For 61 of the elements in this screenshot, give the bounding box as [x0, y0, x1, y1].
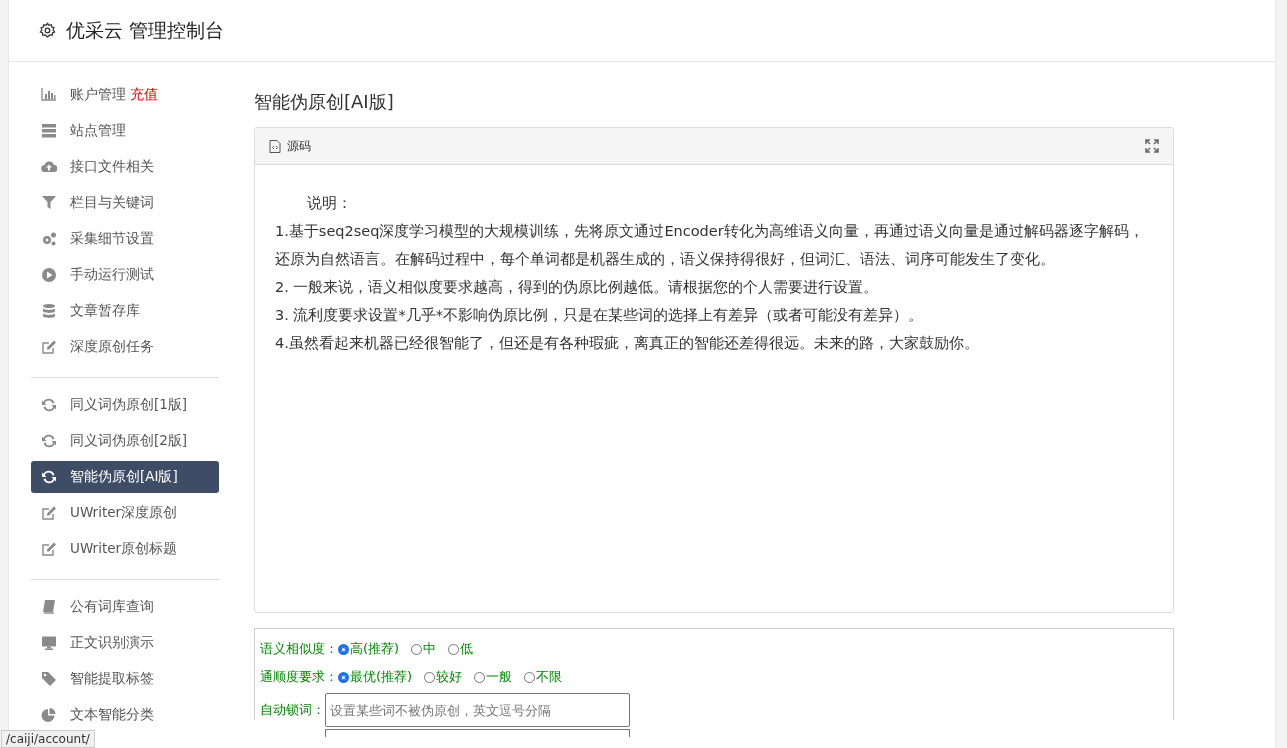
fullscreen-icon[interactable] — [1145, 139, 1159, 153]
radio-option[interactable]: 低 — [448, 640, 474, 658]
edit-icon — [41, 505, 57, 521]
page-title: 智能伪原创[AI版] — [254, 90, 395, 114]
description-paragraph: 2. 一般来说，语义相似度要求越高，得到的伪原比例越低。请根据您的个人需要进行设置。 — [275, 278, 880, 297]
radio-button[interactable] — [338, 671, 349, 683]
description-heading: 说明： — [305, 194, 353, 213]
text-field[interactable] — [325, 729, 630, 737]
status-url: /caiji/account/ — [1, 730, 95, 748]
monitor-icon — [41, 635, 57, 651]
option-label: 自动锁词： — [260, 701, 325, 719]
code-file-icon — [269, 139, 281, 153]
sidebar-item[interactable]: 同义词伪原创[1版] — [31, 389, 219, 421]
sidebar-item[interactable]: 接口文件相关 — [31, 151, 219, 183]
sidebar-item[interactable]: 同义词伪原创[2版] — [31, 425, 219, 457]
sidebar-item[interactable]: UWriter深度原创 — [31, 497, 219, 529]
radio-option[interactable]: 中 — [411, 640, 437, 658]
option-label: 语义相似度： — [260, 640, 338, 658]
refresh-icon — [41, 397, 57, 413]
description-paragraph: 4.虽然看起来机器已经很智能了，但还是有各种瑕疵，离真正的智能还差得很远。未来的路，大家鼓励你。 — [275, 334, 980, 353]
radio-button[interactable] — [338, 643, 349, 655]
radio-option[interactable]: 高(推荐) — [338, 640, 400, 658]
sidebar-item[interactable]: 手动运行测试 — [31, 259, 219, 291]
sidebar-item-label: 账户管理 充值 — [70, 86, 159, 104]
book-icon — [41, 599, 57, 615]
recharge-link[interactable]: 充值 — [130, 86, 159, 102]
tag-icon — [41, 671, 57, 687]
pie-icon — [41, 707, 57, 723]
sidebar-item[interactable]: 智能提取标签 — [31, 663, 219, 695]
refresh-icon — [41, 433, 57, 449]
sidebar-item[interactable]: 文章暂存库 — [31, 295, 219, 327]
settings-icon — [39, 22, 56, 39]
description-paragraph: 3. 流利度要求设置*几乎*不影响伪原比例，只是在某些词的选择上有差异（或者可能没有差异）。 — [275, 306, 924, 325]
source-button[interactable]: 源码 — [269, 137, 311, 155]
play-icon — [41, 267, 57, 283]
filter-icon — [41, 195, 57, 211]
option-label: 通顺度要求： — [260, 668, 338, 686]
sidebar-item[interactable]: 公有词库查询 — [31, 591, 219, 623]
refresh-icon — [41, 469, 57, 485]
lock-words-field[interactable]: 设置某些词不被伪原创，英文逗号分隔 — [325, 693, 630, 727]
sidebar-item[interactable]: 深度原创任务 — [31, 331, 219, 363]
radio-option[interactable]: 最优(推荐) — [338, 668, 413, 686]
chart-icon — [41, 87, 57, 103]
description-paragraph: 1.基于seq2seq深度学习模型的大规模训练，先将原文通过Encoder转化为高维语义向量，再通过语义向量是通过解码器逐字解码，还原为自然语言。在解码过程中，每个单词都是机器生成的，语义保持得很好，但词汇、语法、词序可能发生了变化。 — [275, 222, 1145, 269]
sidebar-item[interactable]: 账户管理 充值 — [31, 79, 219, 111]
sidebar-item[interactable]: 采集细节设置 — [31, 223, 219, 255]
sidebar-item[interactable]: UWriter原创标题 — [31, 533, 219, 565]
cloud-icon — [41, 159, 57, 175]
sidebar-item[interactable]: 智能伪原创[AI版] — [31, 461, 219, 493]
app-title: 优采云 管理控制台 — [66, 17, 225, 43]
sidebar-item[interactable]: 文本智能分类 — [31, 699, 219, 731]
edit-icon — [41, 339, 57, 355]
sidebar-item[interactable]: 栏目与关键词 — [31, 187, 219, 219]
radio-option[interactable]: 不限 — [524, 668, 563, 686]
radio-option[interactable]: 一般 — [474, 668, 513, 686]
sidebar-item[interactable]: 正文识别演示 — [31, 627, 219, 659]
radio-option[interactable]: 较好 — [424, 668, 463, 686]
edit-icon — [41, 541, 57, 557]
sidebar-item[interactable]: 站点管理 — [31, 115, 219, 147]
server-icon — [41, 123, 57, 139]
database-icon — [41, 303, 57, 319]
